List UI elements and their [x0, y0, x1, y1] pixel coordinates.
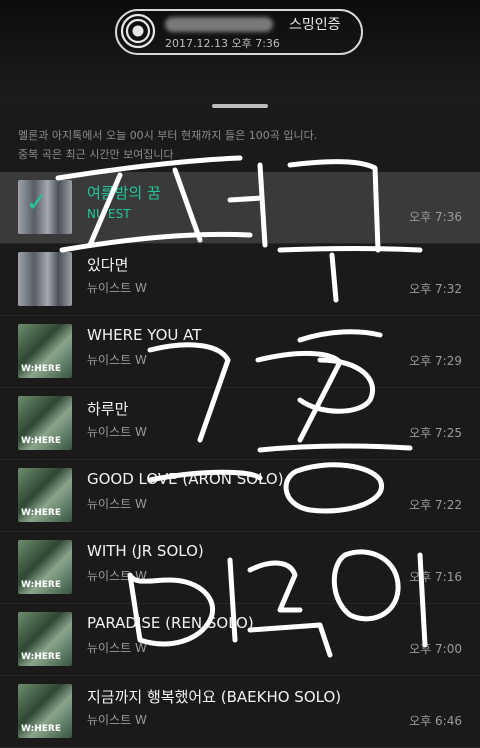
redacted-username — [165, 17, 273, 32]
track-list: ✓ 여름밤의 꿈 NU'EST 오후 7:36 있다면 뉴이스트 W 오후 7:… — [0, 172, 480, 748]
track-title: 있다면 — [87, 256, 129, 274]
track-time: 오후 7:22 — [409, 498, 462, 512]
track-title: 하루만 — [87, 400, 129, 418]
track-row[interactable]: W:HERE WITH (JR SOLO) 뉴이스트 W 오후 7:16 — [0, 532, 480, 604]
track-row[interactable]: W:HERE WHERE YOU AT 뉴이스트 W 오후 7:29 — [0, 316, 480, 388]
album-art-text: W:HERE — [21, 724, 62, 734]
track-title: 여름밤의 꿈 — [87, 184, 161, 202]
track-artist: 뉴이스트 W — [87, 353, 147, 367]
notice-line-2: 중복 곡은 최근 시간만 보여집니다 — [18, 148, 174, 161]
track-artist: NU'EST — [87, 207, 131, 221]
notice-line-1: 멜론과 아지톡에서 오늘 00시 부터 현재까지 들은 100곡 입니다. — [18, 129, 318, 142]
album-art: W:HERE — [18, 324, 72, 378]
track-time: 오후 7:32 — [409, 282, 462, 296]
track-time: 오후 7:00 — [409, 642, 462, 656]
track-row[interactable]: W:HERE GOOD LOVE (ARON SOLO) 뉴이스트 W 오후 7… — [0, 460, 480, 532]
track-artist: 뉴이스트 W — [87, 641, 147, 655]
track-time: 오후 7:36 — [409, 210, 462, 224]
track-row[interactable]: ✓ 여름밤의 꿈 NU'EST 오후 7:36 — [0, 172, 480, 244]
album-art-text: W:HERE — [21, 580, 62, 590]
track-time: 오후 6:46 — [409, 714, 462, 728]
track-artist: 뉴이스트 W — [87, 497, 147, 511]
track-title: WHERE YOU AT — [87, 326, 202, 344]
track-time: 오후 7:16 — [409, 570, 462, 584]
streaming-proof-widget[interactable]: 스밍인증 2017.12.13 오후 7:36 — [115, 9, 363, 55]
track-title: GOOD LOVE (ARON SOLO) — [87, 470, 284, 488]
track-row[interactable]: 있다면 뉴이스트 W 오후 7:32 — [0, 244, 480, 316]
track-time: 오후 7:29 — [409, 354, 462, 368]
drag-handle[interactable] — [212, 104, 268, 108]
track-row[interactable]: W:HERE 하루만 뉴이스트 W 오후 7:25 — [0, 388, 480, 460]
track-row[interactable]: W:HERE PARADISE (REN SOLO) 뉴이스트 W 오후 7:0… — [0, 604, 480, 676]
track-title: 지금까지 행복했어요 (BAEKHO SOLO) — [87, 688, 342, 706]
track-title: WITH (JR SOLO) — [87, 542, 204, 560]
track-time: 오후 7:25 — [409, 426, 462, 440]
album-art-text: W:HERE — [21, 652, 62, 662]
track-artist: 뉴이스트 W — [87, 569, 147, 583]
album-art: W:HERE — [18, 684, 72, 738]
album-art-text: W:HERE — [21, 364, 62, 374]
album-art-text: W:HERE — [21, 436, 62, 446]
track-title: PARADISE (REN SOLO) — [87, 614, 254, 632]
history-panel: 멜론과 아지톡에서 오늘 00시 부터 현재까지 들은 100곡 입니다. 중복… — [0, 112, 480, 748]
widget-datetime: 2017.12.13 오후 7:36 — [165, 37, 280, 50]
header-area: 스밍인증 2017.12.13 오후 7:36 — [0, 0, 480, 100]
checkmark-icon: ✓ — [26, 188, 48, 218]
track-row[interactable]: W:HERE 지금까지 행복했어요 (BAEKHO SOLO) 뉴이스트 W 오… — [0, 676, 480, 748]
album-art-text: W:HERE — [21, 508, 62, 518]
track-artist: 뉴이스트 W — [87, 281, 147, 295]
track-artist: 뉴이스트 W — [87, 425, 147, 439]
track-artist: 뉴이스트 W — [87, 713, 147, 727]
album-art: W:HERE — [18, 612, 72, 666]
history-notice: 멜론과 아지톡에서 오늘 00시 부터 현재까지 들은 100곡 입니다. 중복… — [18, 126, 468, 164]
album-art: W:HERE — [18, 396, 72, 450]
album-art: W:HERE — [18, 468, 72, 522]
album-art — [18, 252, 72, 306]
disc-icon — [120, 13, 156, 49]
album-art: W:HERE — [18, 540, 72, 594]
widget-title: 스밍인증 — [289, 17, 341, 33]
